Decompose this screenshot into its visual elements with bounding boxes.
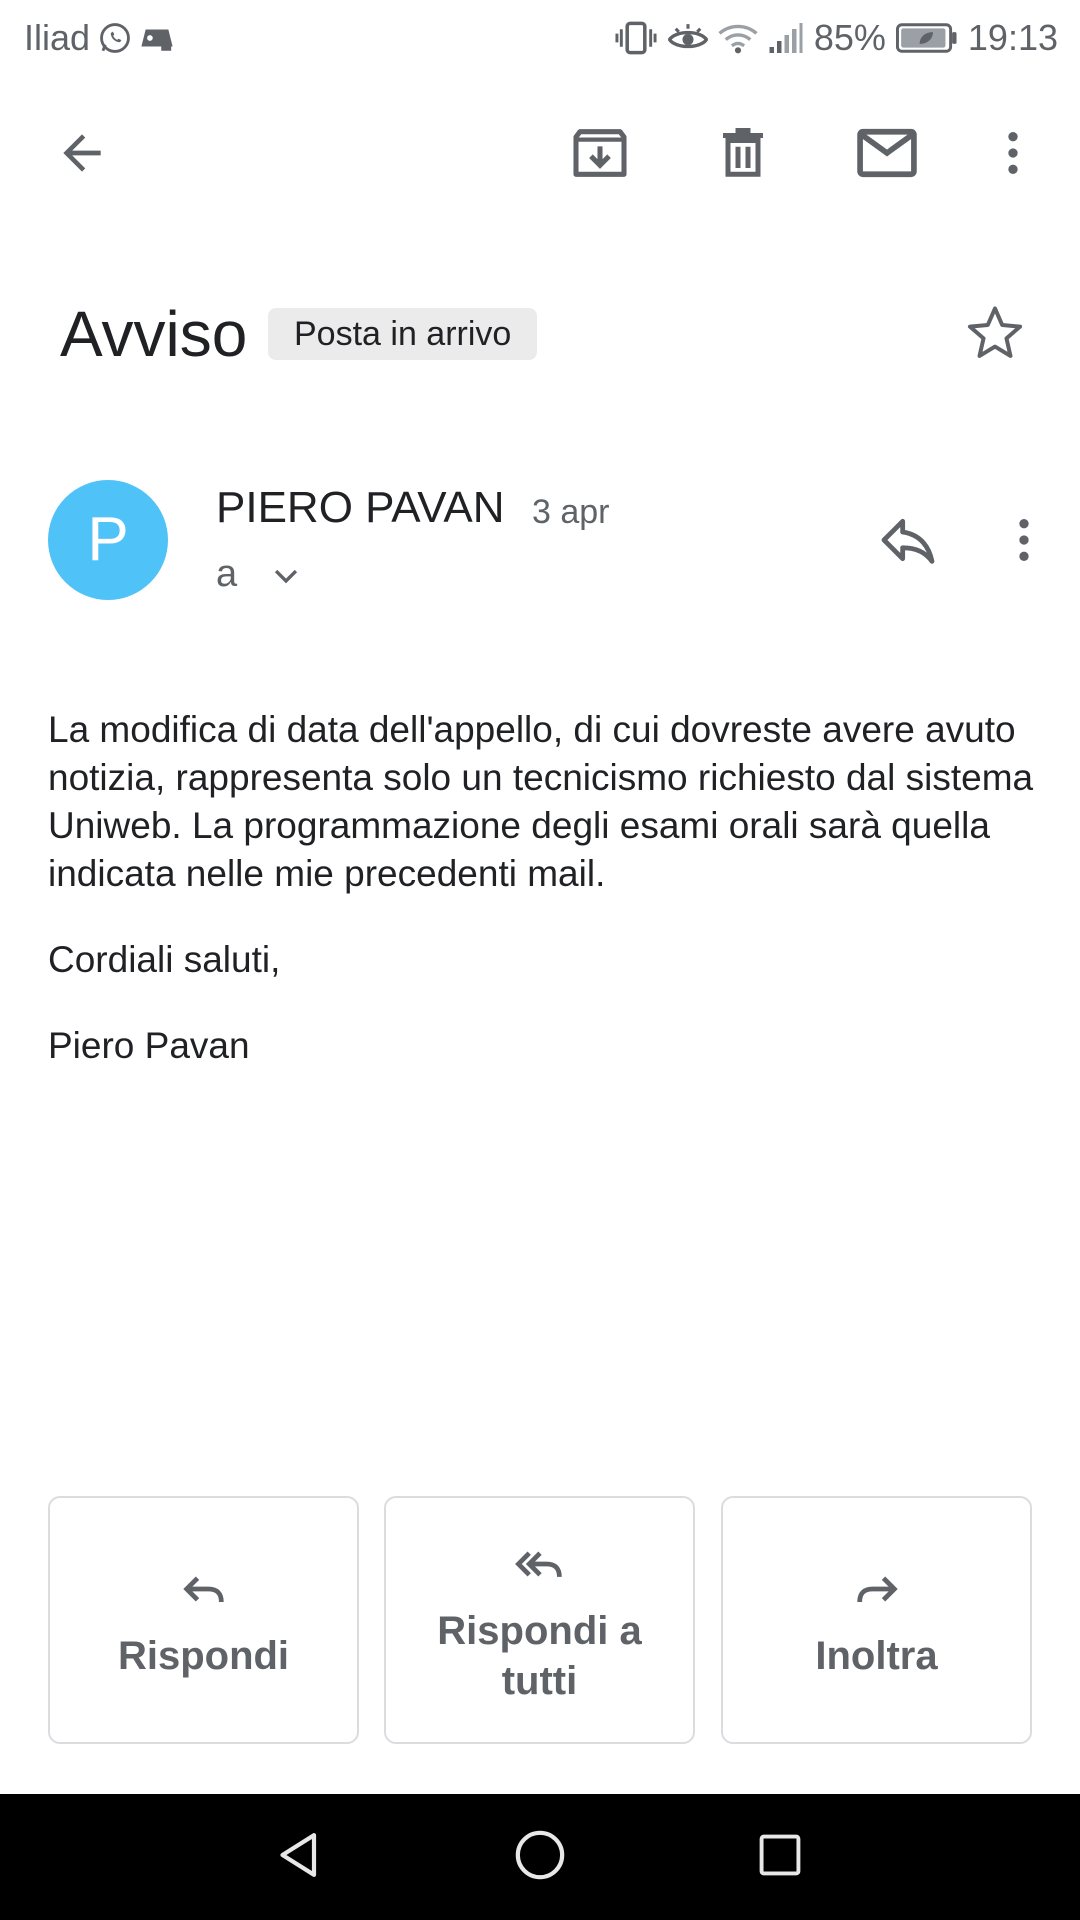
status-left: Iliad	[24, 14, 174, 62]
battery-percent: 85%	[813, 17, 886, 58]
body-paragraph: La modifica di data dell'appello, di cui…	[48, 709, 1034, 894]
reply-icon	[876, 508, 940, 577]
reply-icon-button[interactable]	[858, 492, 958, 592]
game-controller-icon	[140, 23, 174, 53]
message-more-button[interactable]	[984, 492, 1064, 592]
status-right: 85% 19:13	[614, 14, 1058, 62]
battery-icon	[895, 23, 958, 53]
star-button[interactable]	[950, 290, 1040, 380]
reply-all-button[interactable]: Rispondi a tutti	[384, 1496, 695, 1744]
forward-icon	[847, 1559, 907, 1619]
delete-icon	[713, 123, 773, 188]
signal-icon	[768, 21, 804, 55]
sender-row: P PIERO PAVAN 3 apr a	[48, 478, 1048, 602]
reply-all-label: Rispondi a tutti	[437, 1609, 642, 1703]
recipient-label: a	[216, 553, 238, 595]
action-buttons: Rispondi Rispondi a tutti Inoltra	[48, 1496, 1032, 1744]
reply-label: Rispondi	[117, 1634, 290, 1678]
sender-name: PIERO PAVAN	[216, 483, 505, 532]
body-signature: Piero Pavan	[48, 1025, 250, 1066]
circle-home-icon	[512, 1827, 568, 1888]
toolbar	[0, 100, 1080, 210]
square-recents-icon	[754, 1829, 806, 1886]
star-icon	[963, 301, 1027, 370]
avatar[interactable]: P	[48, 480, 168, 600]
label-chip[interactable]: Posta in arrivo	[268, 308, 538, 360]
archive-icon	[568, 121, 632, 190]
navigation-bar	[0, 1794, 1080, 1920]
body-closing: Cordiali saluti,	[48, 939, 281, 980]
reply-button[interactable]: Rispondi	[48, 1496, 359, 1744]
mark-unread-button[interactable]	[832, 100, 942, 210]
delete-button[interactable]	[688, 100, 798, 210]
vibrate-icon	[614, 20, 658, 56]
whatsapp-icon	[98, 21, 132, 55]
back-arrow-icon	[54, 125, 110, 186]
nav-home-button[interactable]	[495, 1812, 585, 1902]
eye-comfort-icon	[667, 22, 708, 54]
reply-all-icon	[510, 1534, 570, 1594]
more-vert-icon	[985, 125, 1041, 186]
message-body: La modifica di data dell'appello, di cui…	[48, 706, 1038, 1108]
reply-icon	[174, 1559, 234, 1619]
triangle-back-icon	[272, 1827, 328, 1888]
nav-recents-button[interactable]	[735, 1812, 825, 1902]
mark-unread-icon	[853, 119, 921, 192]
email-date: 3 apr	[532, 493, 610, 531]
archive-button[interactable]	[545, 100, 655, 210]
email-subject: Avviso	[60, 298, 248, 370]
forward-button[interactable]: Inoltra	[721, 1496, 1032, 1744]
back-button[interactable]	[27, 100, 137, 210]
nav-back-button[interactable]	[255, 1812, 345, 1902]
status-bar: Iliad 85% 19:13	[0, 0, 1080, 76]
subject-row: Avviso Posta in arrivo	[60, 290, 1040, 380]
wifi-icon	[718, 21, 758, 55]
more-options-button[interactable]	[958, 100, 1068, 210]
recipient-details-toggle[interactable]	[266, 560, 306, 596]
clock: 19:13	[967, 17, 1058, 58]
chevron-down-icon	[269, 559, 303, 598]
more-vert-icon	[996, 512, 1052, 573]
forward-label: Inoltra	[815, 1634, 938, 1678]
carrier-name: Iliad	[24, 17, 91, 58]
